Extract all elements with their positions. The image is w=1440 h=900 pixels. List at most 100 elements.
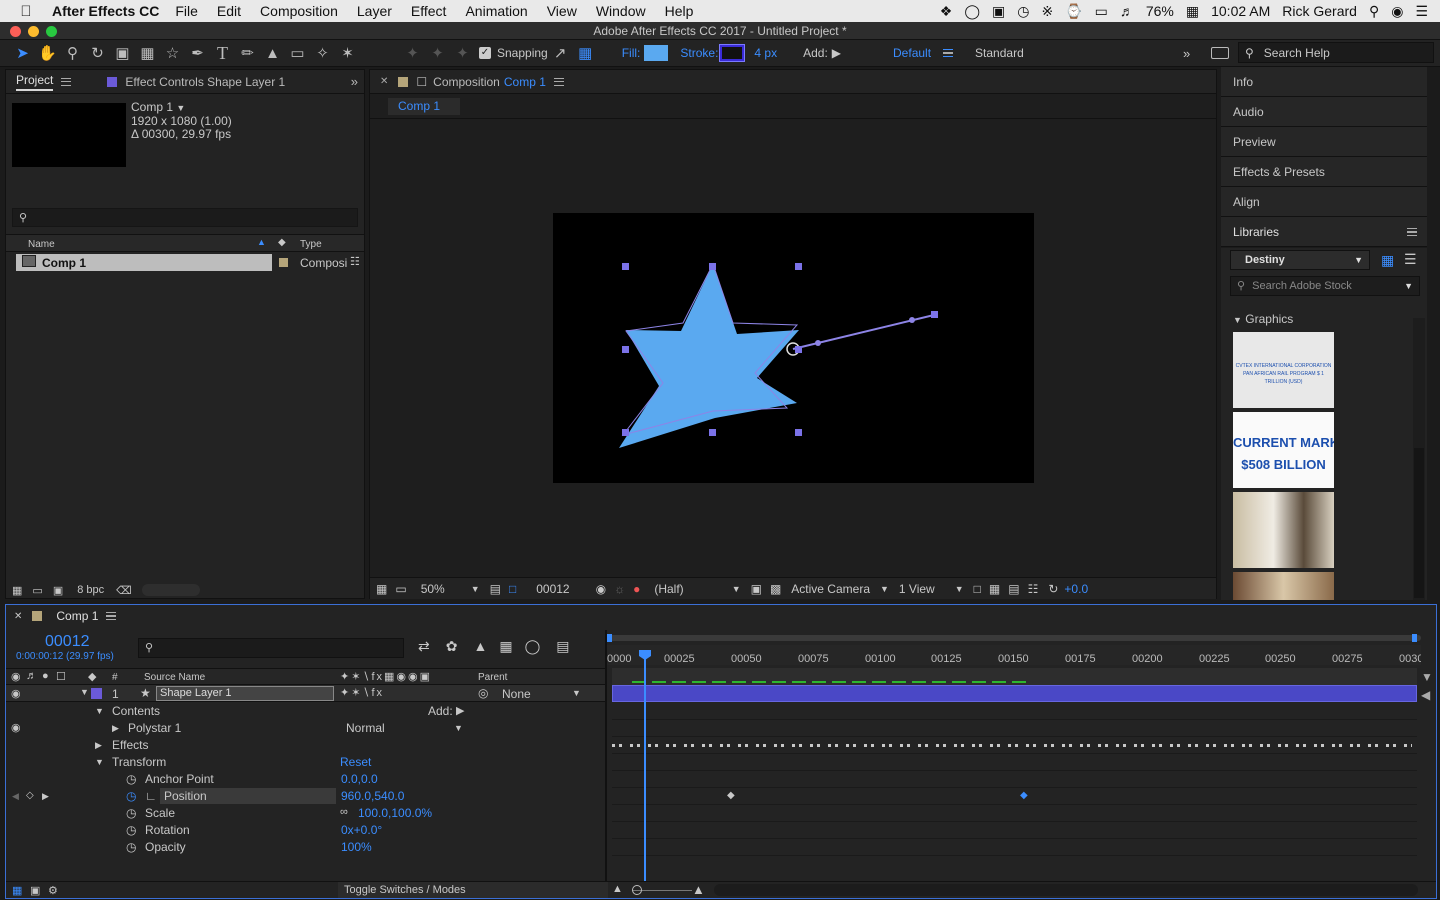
panel-effects-presets[interactable]: Effects & Presets: [1221, 157, 1427, 187]
snap-edges-icon[interactable]: ↗: [548, 42, 573, 64]
libraries-scrollbar[interactable]: [1413, 318, 1425, 600]
menu-composition[interactable]: Composition: [260, 3, 338, 19]
column-name[interactable]: Name: [28, 239, 55, 250]
bounding-box-handle[interactable]: [622, 346, 629, 353]
selection-tool-icon[interactable]: ➤: [10, 42, 35, 64]
grid-view-icon[interactable]: ▦: [1381, 252, 1394, 269]
panel-preview[interactable]: Preview: [1221, 127, 1427, 157]
composition-tab-label[interactable]: Composition: [433, 75, 500, 89]
region-of-interest-icon[interactable]: ▣: [751, 582, 762, 596]
clone-stamp-tool-icon[interactable]: ▲: [260, 42, 285, 64]
zoom-window-button[interactable]: [46, 26, 57, 37]
minimize-window-button[interactable]: [28, 26, 39, 37]
position-keyframe[interactable]: ◆: [727, 790, 735, 801]
snapping-checkbox[interactable]: ✓ Snapping: [479, 46, 548, 60]
bounding-box-handle[interactable]: [795, 346, 802, 353]
fill-color-swatch[interactable]: [644, 45, 669, 61]
anchor-point-row[interactable]: ◷ Anchor Point 0.0,0.0: [6, 771, 611, 788]
creative-cloud-icon[interactable]: ◯: [964, 3, 980, 20]
close-window-button[interactable]: [10, 26, 21, 37]
panel-overflow-icon[interactable]: »: [351, 74, 358, 89]
panel-align[interactable]: Align: [1221, 187, 1427, 217]
battery-status-icon[interactable]: ▣: [992, 3, 1005, 20]
chevron-down-icon[interactable]: ▼: [732, 584, 741, 594]
transform-reset[interactable]: Reset: [340, 755, 371, 769]
menu-help[interactable]: Help: [665, 3, 694, 19]
property-value[interactable]: 960.0,540.0: [341, 789, 404, 803]
airplay-icon[interactable]: ▭: [1095, 3, 1108, 20]
work-area-end-handle[interactable]: [1412, 634, 1417, 642]
composition-tab-comp[interactable]: Comp 1: [504, 75, 546, 89]
add-menu-icon[interactable]: ▶: [832, 46, 841, 60]
effects-row[interactable]: ▶ Effects: [6, 737, 611, 754]
close-tab-icon[interactable]: ✕: [380, 76, 388, 87]
polystar-row[interactable]: ◉ ▶ Polystar 1 Normal ▼: [6, 720, 611, 737]
menu-window[interactable]: Window: [596, 3, 646, 19]
new-folder-icon[interactable]: ▭: [32, 584, 42, 597]
menu-file[interactable]: File: [175, 3, 198, 19]
shy-layers-icon[interactable]: ▲: [473, 638, 487, 655]
bounding-box-handle[interactable]: [622, 429, 629, 436]
library-select[interactable]: Destiny ▼: [1230, 250, 1370, 270]
roto-brush-tool-icon[interactable]: ✧: [310, 42, 335, 64]
property-value[interactable]: 100.0,100.0%: [358, 806, 432, 820]
new-composition-icon[interactable]: ▣: [53, 584, 63, 597]
stroke-label[interactable]: Stroke:: [680, 46, 718, 60]
chevron-down-icon[interactable]: ▼: [95, 706, 104, 716]
timeline-tab[interactable]: Comp 1: [56, 609, 98, 623]
bit-depth-button[interactable]: 8 bpc: [77, 584, 104, 596]
chevron-down-icon[interactable]: ▼: [176, 103, 185, 113]
bounding-box-handle[interactable]: [795, 263, 802, 270]
eraser-tool-icon[interactable]: ▭: [285, 42, 310, 64]
layer-name-field[interactable]: Shape Layer 1: [156, 686, 334, 701]
column-parent[interactable]: Parent: [478, 672, 507, 683]
scrollbar-thumb[interactable]: [1414, 448, 1424, 598]
panel-layout-icon[interactable]: [1211, 47, 1229, 59]
user-name[interactable]: Rick Gerard: [1282, 3, 1357, 19]
thumbnail-size-slider[interactable]: [141, 584, 200, 596]
chevron-down-icon[interactable]: ▼: [80, 687, 89, 697]
libraries-menu-icon[interactable]: [1407, 228, 1417, 236]
stroke-color-swatch[interactable]: [719, 44, 746, 62]
zoom-slider-thumb[interactable]: [632, 885, 642, 895]
chevron-down-icon[interactable]: ▼: [572, 688, 581, 698]
next-keyframe-icon[interactable]: ▶: [42, 791, 49, 802]
library-graphic-thumbnail[interactable]: CURRENT MARKET $508 BILLION: [1233, 412, 1334, 488]
layer-switches-toggle-icon[interactable]: ▦: [12, 884, 22, 897]
view-layout-select[interactable]: 1 View: [899, 582, 935, 596]
bounding-box-handle[interactable]: [622, 263, 629, 270]
rotate-tool-icon[interactable]: ↻: [85, 42, 110, 64]
draft-3d-icon[interactable]: ✿: [446, 638, 458, 655]
timeline-search-input[interactable]: ⚲: [138, 638, 404, 658]
chevron-right-icon[interactable]: ▶: [112, 723, 119, 734]
project-search-input[interactable]: ⚲: [12, 208, 358, 227]
siri-icon[interactable]: ◉: [1391, 3, 1403, 20]
sort-ascending-icon[interactable]: ▲: [257, 237, 266, 247]
workspace-default[interactable]: Default: [893, 46, 931, 60]
column-type[interactable]: Type: [300, 239, 322, 250]
bounding-box-handle[interactable]: [795, 429, 802, 436]
project-item-row[interactable]: Comp 1 Composi ☷: [6, 253, 364, 272]
brush-tool-icon[interactable]: ✏: [235, 42, 260, 64]
exposure-value[interactable]: +0.0: [1064, 582, 1088, 596]
visibility-eye-icon[interactable]: ◉: [11, 687, 21, 700]
timeline-end-marker-icon[interactable]: ◀: [1421, 688, 1430, 702]
parent-select[interactable]: None: [502, 687, 531, 701]
layer-row[interactable]: ◉ ▼ 1 ★ Shape Layer 1 ✦✶∖fx ◎ None ▼: [6, 685, 606, 702]
layer-label-swatch[interactable]: [91, 688, 102, 699]
position-keyframe-selected[interactable]: ◆: [1020, 790, 1028, 801]
panel-info[interactable]: Info: [1221, 67, 1427, 97]
color-channels-icon[interactable]: ●: [633, 582, 640, 596]
label-tag-icon[interactable]: ◆: [88, 670, 96, 683]
lock-icon[interactable]: ☐: [56, 670, 66, 683]
current-time[interactable]: 00012: [536, 582, 569, 596]
work-area-bar[interactable]: [607, 631, 1421, 644]
panel-audio[interactable]: Audio: [1221, 97, 1427, 127]
time-machine-icon[interactable]: ◷: [1017, 3, 1029, 20]
layer-duration-bar[interactable]: [612, 685, 1417, 702]
mask-visibility-icon[interactable]: □: [509, 582, 516, 596]
timeline-icon[interactable]: ▤: [1008, 582, 1019, 596]
stopwatch-active-icon[interactable]: ◷: [126, 789, 136, 803]
notification-center-icon[interactable]: ☰: [1415, 3, 1428, 20]
hand-tool-icon[interactable]: ✋: [35, 42, 60, 64]
